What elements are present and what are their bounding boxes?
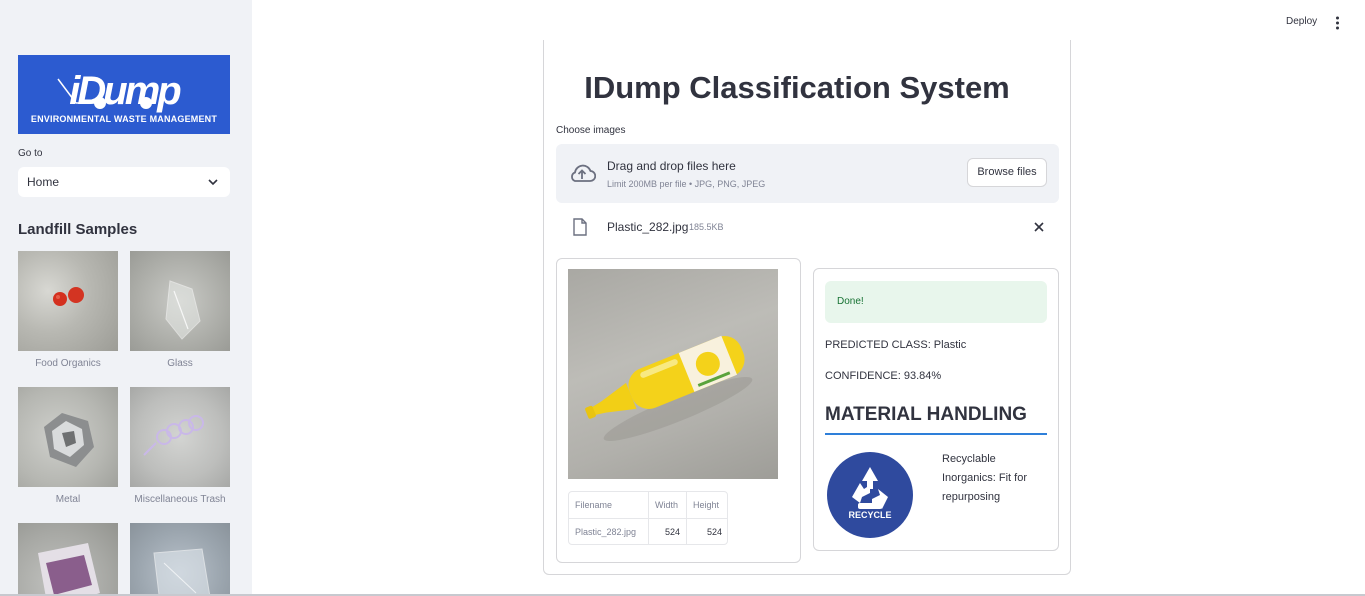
- dropzone-title: Drag and drop files here: [607, 159, 736, 173]
- logo-wordmark: iDump: [69, 69, 181, 113]
- goto-label: Go to: [18, 148, 43, 159]
- table-cell-filename: Plastic_282.jpg: [569, 519, 649, 545]
- vertical-dots-icon[interactable]: [1335, 16, 1340, 30]
- sample-image-glass: [130, 251, 230, 351]
- image-metadata-table: Filename Width Height Plastic_282.jpg 52…: [568, 491, 728, 545]
- confidence: CONFIDENCE: 93.84%: [825, 370, 942, 382]
- samples-title: Landfill Samples: [18, 221, 138, 238]
- sidebar: iDump ENVIRONMENTAL WASTE MANAGEMENT Go …: [0, 0, 252, 596]
- table-cell-height: 524: [706, 527, 722, 537]
- table-cell-width: 524: [649, 519, 687, 545]
- sample-caption-food-organics: Food Organics: [35, 358, 101, 369]
- page-select-value: Home: [27, 175, 60, 189]
- sample-caption-metal: Metal: [55, 494, 81, 505]
- uploaded-file-row: Plastic_282.jpg 185.5KB: [556, 212, 1059, 242]
- close-icon[interactable]: [1034, 222, 1044, 232]
- chevron-down-icon: [208, 179, 218, 186]
- table-header-width: Width: [649, 492, 687, 518]
- page-select[interactable]: Home: [18, 167, 230, 197]
- sample-image-food-organics: [18, 251, 118, 351]
- uploaded-file-size: 185.5KB: [689, 222, 724, 232]
- heading-divider: [825, 433, 1047, 435]
- sample-image-plastic: [130, 523, 230, 596]
- uploader-label: Choose images: [556, 125, 626, 136]
- deploy-button[interactable]: Deploy: [1286, 16, 1317, 27]
- logo-subtitle: ENVIRONMENTAL WASTE MANAGEMENT: [30, 114, 218, 124]
- sample-image-misc-trash: [130, 387, 230, 487]
- sample-image-metal: [18, 387, 118, 487]
- file-dropzone[interactable]: Drag and drop files here Limit 200MB per…: [556, 144, 1059, 203]
- page-title: IDump Classification System: [584, 70, 1010, 105]
- success-alert: Done!: [825, 281, 1047, 323]
- file-icon: [573, 218, 587, 236]
- material-handling-title: MATERIAL HANDLING: [825, 404, 1027, 425]
- table-header-filename: Filename: [569, 492, 649, 518]
- uploaded-file-name: Plastic_282.jpg: [607, 220, 689, 234]
- sample-caption-glass: Glass: [167, 358, 193, 369]
- cloud-upload-icon: [571, 164, 596, 182]
- dropzone-limit: Limit 200MB per file • JPG, PNG, JPEG: [607, 179, 766, 189]
- table-header-height: Height: [693, 500, 720, 510]
- success-text: Done!: [837, 296, 864, 307]
- sample-image-paper: [18, 523, 118, 596]
- sample-caption-misc-trash: Miscellaneous Trash: [134, 494, 226, 505]
- recycle-icon: RECYCLE: [827, 452, 913, 538]
- handling-description: Recyclable Inorganics: Fit for repurposi…: [942, 453, 1027, 503]
- recycle-badge-label: RECYCLE: [848, 510, 891, 520]
- uploaded-image: [568, 269, 778, 479]
- browse-files-button[interactable]: Browse files: [967, 158, 1047, 187]
- idump-logo: iDump ENVIRONMENTAL WASTE MANAGEMENT: [18, 55, 230, 134]
- predicted-class: PREDICTED CLASS: Plastic: [825, 339, 967, 351]
